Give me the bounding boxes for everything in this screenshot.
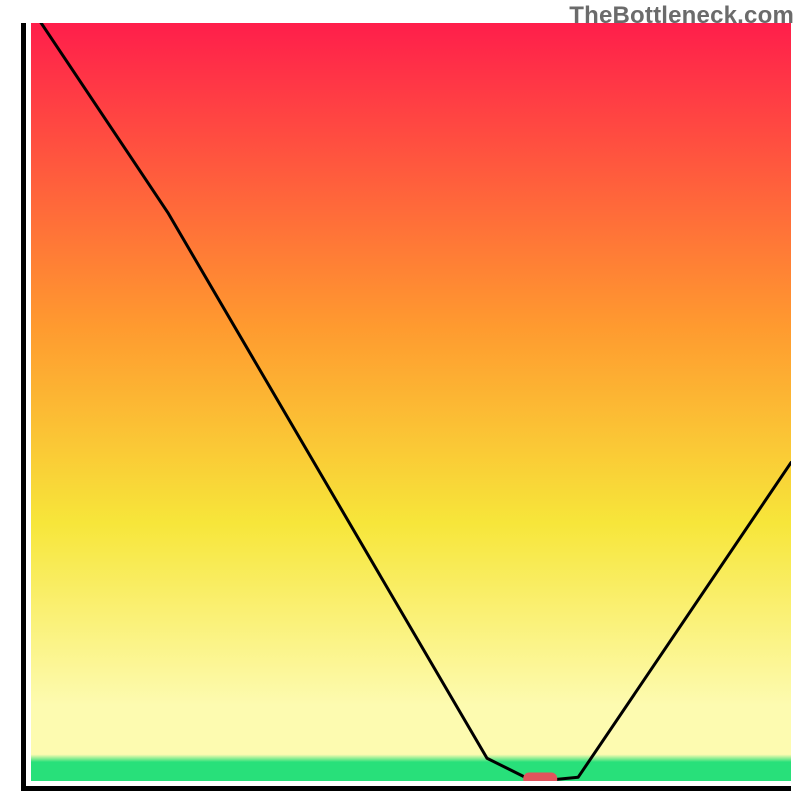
chart-svg — [31, 23, 791, 781]
plot-area — [21, 23, 791, 791]
plot-svg-wrap — [31, 23, 791, 781]
gradient-background — [31, 23, 791, 781]
optimal-point-marker — [523, 773, 557, 781]
chart-container: TheBottleneck.com — [0, 0, 800, 800]
